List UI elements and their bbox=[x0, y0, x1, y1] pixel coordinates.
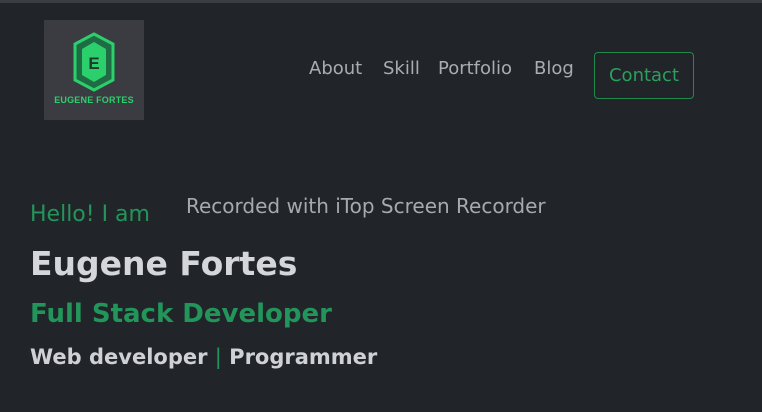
logo-text: EUGENE FORTES bbox=[54, 95, 134, 105]
hexagon-logo-icon: E bbox=[73, 32, 115, 92]
top-border bbox=[0, 0, 762, 3]
hero-role: Full Stack Developer bbox=[30, 299, 332, 329]
skill-separator: | bbox=[214, 345, 222, 369]
brand-logo[interactable]: E EUGENE FORTES bbox=[44, 20, 144, 120]
skill-programmer: Programmer bbox=[229, 345, 378, 369]
logo-letter: E bbox=[88, 54, 99, 73]
contact-button[interactable]: Contact bbox=[594, 52, 694, 99]
hero-name: Eugene Fortes bbox=[30, 244, 298, 283]
nav-portfolio[interactable]: Portfolio bbox=[438, 58, 512, 80]
skill-web-developer: Web developer bbox=[30, 345, 208, 369]
hero-skills: Web developer | Programmer bbox=[30, 345, 377, 369]
hero-greeting: Hello! I am bbox=[30, 202, 150, 227]
recorder-watermark: Recorded with iTop Screen Recorder bbox=[186, 194, 546, 218]
nav-skill[interactable]: Skill bbox=[383, 58, 420, 80]
nav-blog[interactable]: Blog bbox=[534, 58, 574, 80]
nav-about[interactable]: About bbox=[309, 58, 362, 80]
